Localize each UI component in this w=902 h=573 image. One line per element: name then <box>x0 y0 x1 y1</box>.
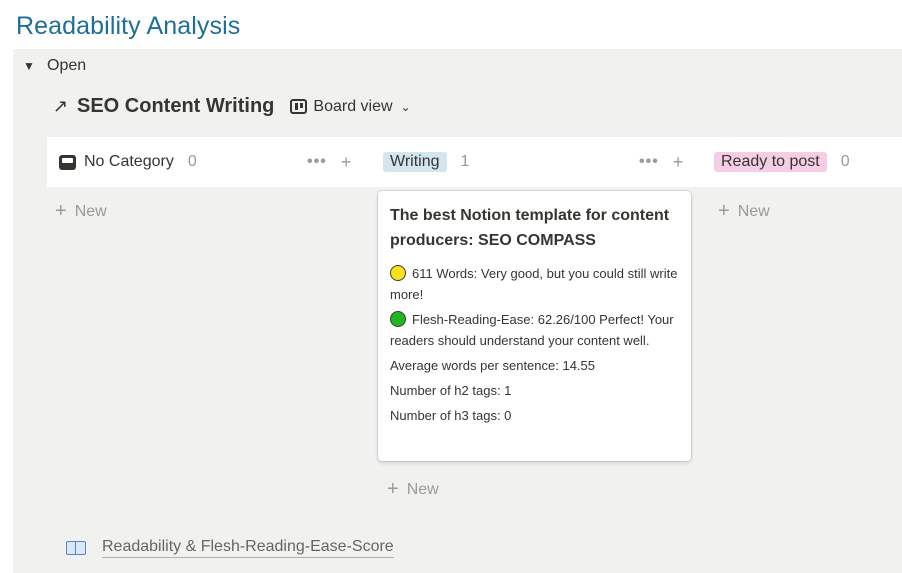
page-link-text: Readability & Flesh-Reading-Ease-Score <box>102 537 394 558</box>
new-card-writing[interactable]: + New <box>387 478 439 501</box>
group-count: 0 <box>840 153 850 170</box>
add-icon[interactable]: + <box>673 152 684 173</box>
plus-icon: + <box>387 478 399 500</box>
group-header-ready-to-post[interactable]: Ready to post 0 <box>714 137 850 187</box>
plus-icon: + <box>718 200 730 222</box>
flesh-score-text: Flesh-Reading-Ease: 62.26/100 Perfect! Y… <box>390 312 674 348</box>
more-options-icon[interactable]: ••• <box>307 153 327 171</box>
group-count: 1 <box>460 153 470 170</box>
inbox-icon <box>59 154 76 170</box>
new-label: New <box>406 480 439 498</box>
readability-page-link[interactable]: Readability & Flesh-Reading-Ease-Score <box>66 537 394 558</box>
group-label: No Category <box>84 153 174 170</box>
group-actions-writing: ••• + <box>639 137 683 187</box>
toggle-label: Open <box>47 57 87 74</box>
chevron-down-icon: ⌄ <box>400 99 411 114</box>
card-word-count: 611 Words: Very good, but you could stil… <box>390 263 679 305</box>
board-group-header-bar: No Category 0 ••• + Writing 1 ••• + Read… <box>47 137 902 187</box>
green-circle-icon <box>390 311 406 327</box>
word-count-text: 611 Words: Very good, but you could stil… <box>390 266 678 302</box>
new-card-no-category[interactable]: + New <box>55 200 107 223</box>
new-card-ready-to-post[interactable]: + New <box>718 200 770 223</box>
new-label: New <box>74 202 107 220</box>
group-header-writing[interactable]: Writing 1 <box>383 137 469 187</box>
group-label: Ready to post <box>714 152 827 172</box>
group-header-no-category[interactable]: No Category 0 <box>59 137 197 187</box>
group-actions-no-category: ••• + <box>307 137 351 187</box>
group-count: 0 <box>187 153 197 170</box>
triangle-down-icon[interactable]: ▼ <box>23 59 37 73</box>
page-title: Readability Analysis <box>16 12 241 40</box>
group-label: Writing <box>383 152 447 172</box>
card-title: The best Notion template for content pro… <box>390 207 670 249</box>
yellow-circle-icon <box>390 265 406 281</box>
card-flesh-score: Flesh-Reading-Ease: 62.26/100 Perfect! Y… <box>390 309 679 351</box>
card-avg-words: Average words per sentence: 14.55 <box>390 358 596 373</box>
add-icon[interactable]: + <box>341 152 352 173</box>
board-card[interactable]: The best Notion template for content pro… <box>378 191 691 461</box>
more-options-icon[interactable]: ••• <box>639 153 659 171</box>
toggle-block: ▼ Open ↗ SEO Content Writing Board view … <box>13 49 902 573</box>
card-h2-tags: Number of h2 tags: 1 <box>390 383 512 398</box>
new-label: New <box>737 202 770 220</box>
view-switcher[interactable]: Board view ⌄ <box>290 97 411 116</box>
database-title[interactable]: SEO Content Writing <box>77 95 274 118</box>
plus-icon: + <box>55 200 67 222</box>
link-arrow-icon[interactable]: ↗ <box>53 96 75 117</box>
toggle-open[interactable]: ▼ Open <box>23 57 86 75</box>
book-icon <box>66 540 86 555</box>
board-view-icon <box>290 99 308 114</box>
view-label: Board view <box>313 97 393 115</box>
database-header: ↗ SEO Content Writing Board view ⌄ <box>53 95 411 118</box>
card-h3-tags: Number of h3 tags: 0 <box>390 408 512 423</box>
